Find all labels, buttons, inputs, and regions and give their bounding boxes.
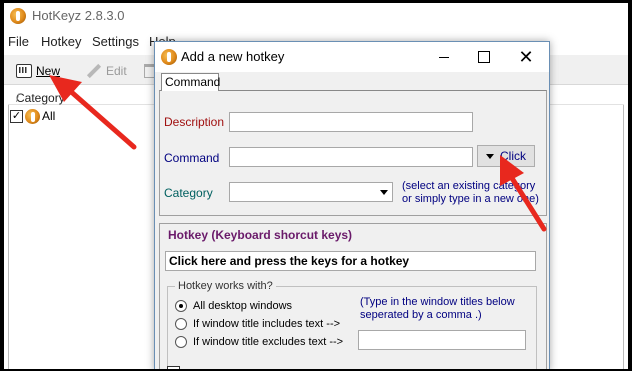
red-arrow-new (49, 75, 137, 150)
red-arrow-click (500, 155, 547, 232)
annotation-arrows (49, 75, 547, 232)
screenshot-frame: HotKeyz 2.8.3.0 File Hotkey Settings Hel… (4, 3, 628, 369)
